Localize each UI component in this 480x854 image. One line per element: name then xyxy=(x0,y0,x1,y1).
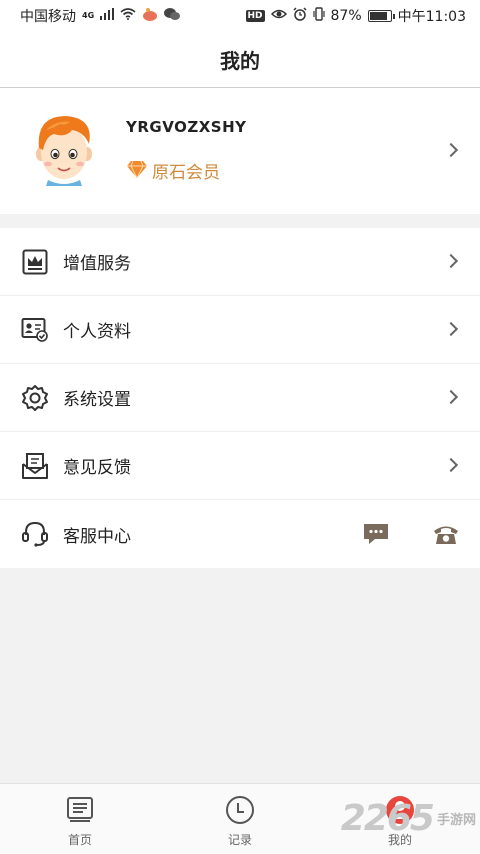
profile-card[interactable]: YRGVOZXSHY 原石会员 xyxy=(0,88,480,214)
menu-item-label: 个人资料 xyxy=(63,322,131,342)
carrier-label: 中国移动 xyxy=(20,9,76,25)
signal-icon xyxy=(100,8,115,24)
crown-icon xyxy=(20,247,50,277)
menu-item-customer-service[interactable]: 客服中心 xyxy=(0,500,480,568)
eye-icon xyxy=(270,8,287,24)
tab-label: 首页 xyxy=(67,833,92,847)
member-label: 原石会员 xyxy=(152,163,220,183)
phone-icon[interactable] xyxy=(432,522,460,550)
menu-item-label: 客服中心 xyxy=(63,526,131,547)
watermark-logo: 2265 手游网 xyxy=(341,798,476,839)
app-notification-icon xyxy=(142,7,158,25)
menu-item-personal-info[interactable]: 个人资料 xyxy=(0,296,480,364)
home-icon xyxy=(65,794,95,828)
network-icon: 4G xyxy=(82,11,95,20)
battery-fill xyxy=(369,12,388,20)
chevron-right-icon xyxy=(443,457,459,473)
clock-time: 中午11:03 xyxy=(397,9,466,25)
alarm-icon xyxy=(292,7,307,25)
diamond-icon xyxy=(126,159,148,183)
menu-item-value-added-services[interactable]: 增值服务 xyxy=(0,228,480,296)
menu-item-feedback[interactable]: 意见反馈 xyxy=(0,432,480,500)
menu-item-system-settings[interactable]: 系统设置 xyxy=(0,364,480,432)
wifi-icon xyxy=(120,8,136,24)
watermark-text: 手游网 xyxy=(436,813,476,828)
status-bar: 中国移动 4G HD 87% 中午11:03 xyxy=(0,0,480,32)
member-badge: 原石会员 xyxy=(126,158,220,183)
battery-icon xyxy=(367,10,395,22)
chevron-right-icon xyxy=(443,389,459,405)
chat-icon[interactable] xyxy=(363,522,389,550)
menu-item-label: 系统设置 xyxy=(63,390,131,410)
clock-icon xyxy=(224,794,256,830)
chevron-right-icon xyxy=(443,253,459,269)
vibrate-icon xyxy=(312,7,325,25)
username: YRGVOZXSHY xyxy=(126,118,247,136)
avatar[interactable] xyxy=(26,110,102,186)
tab-label: 记录 xyxy=(227,833,252,847)
headset-icon xyxy=(20,519,50,549)
chevron-right-icon[interactable] xyxy=(443,142,459,158)
page-title-bar: 我的 xyxy=(0,32,480,88)
battery-percent: 87% xyxy=(330,8,362,24)
envelope-icon xyxy=(20,451,50,481)
wechat-icon xyxy=(164,7,181,25)
chevron-right-icon xyxy=(443,321,459,337)
tab-home[interactable]: 首页 xyxy=(30,784,130,854)
gear-icon xyxy=(20,383,50,413)
hd-badge: HD xyxy=(245,10,265,22)
menu-list: 增值服务 个人资料 系统设置 意见反馈 客服中心 xyxy=(0,228,480,568)
status-right: HD 87% 中午11:03 xyxy=(245,6,466,26)
tab-record[interactable]: 记录 xyxy=(190,784,290,854)
status-left: 中国移动 4G xyxy=(20,6,181,26)
menu-item-label: 增值服务 xyxy=(63,254,131,274)
page-title: 我的 xyxy=(220,49,260,73)
menu-item-label: 意见反馈 xyxy=(63,458,131,478)
id-card-icon xyxy=(20,315,50,345)
watermark-number: 2265 xyxy=(340,798,435,839)
